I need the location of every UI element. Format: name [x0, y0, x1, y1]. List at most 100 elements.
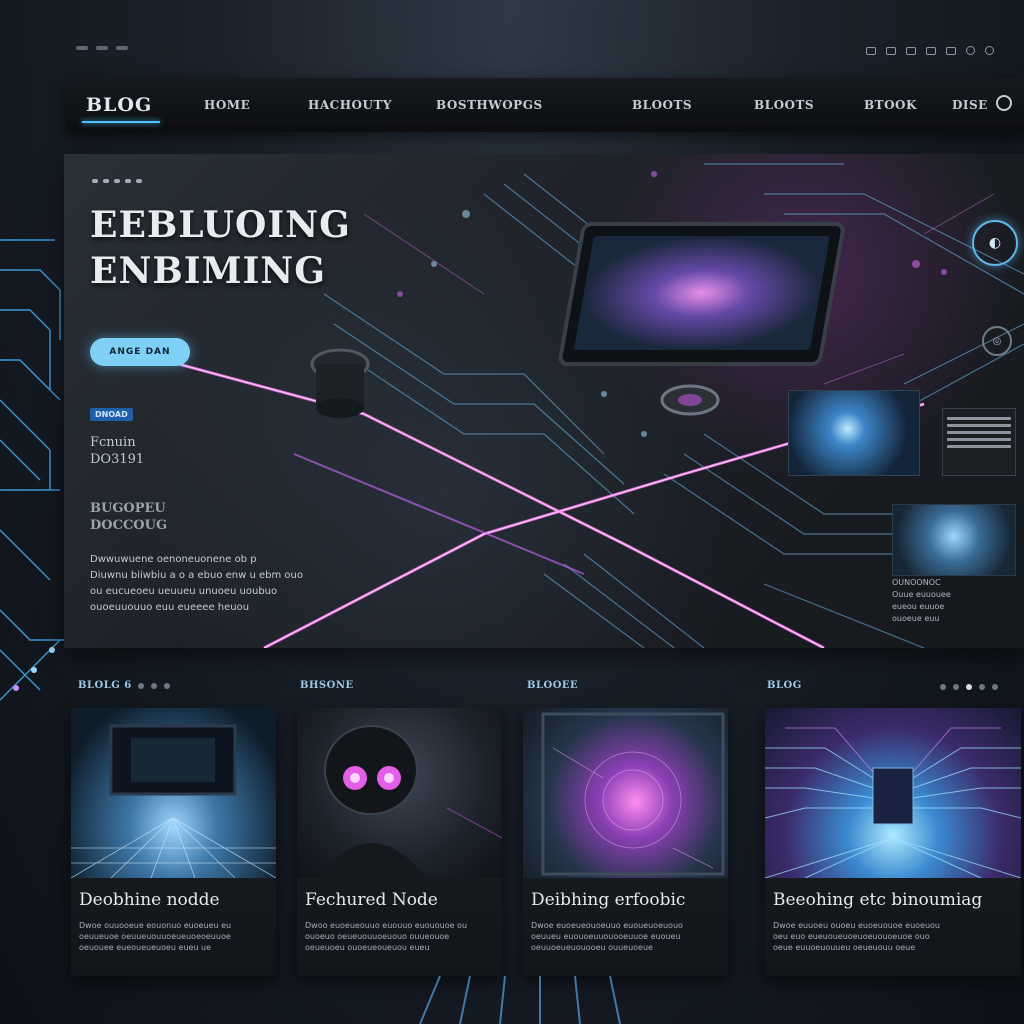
pager-dot[interactable] [150, 682, 157, 689]
section-label-text: BLOLG 6 [78, 680, 132, 691]
side-meta-line: OUNOONOC [892, 578, 941, 587]
hero-banner: EEBLUOING ENBIMING ANGE DAN DNOAD Fcnuin… [64, 154, 1024, 648]
carousel-dots [940, 684, 998, 690]
excerpt-line: oeuuoeueuouooeu ouueuoeue [531, 943, 653, 952]
card-title[interactable]: Beeohing etc binoumiag [773, 890, 1021, 910]
side-card-meta: OUNOONOC Ouue euuouee eueou euuoe ouoeue… [892, 578, 1016, 626]
window-icon[interactable] [886, 46, 896, 55]
hero-title: EEBLUOING ENBIMING [90, 202, 351, 294]
circle-button-icon[interactable] [996, 95, 1012, 111]
breadcrumb [92, 179, 142, 183]
section-label-3[interactable]: BLOOEE [527, 680, 578, 691]
text-line [947, 417, 1011, 420]
excerpt-line: oeuueu euouoeuuouooeuuoe euoueu [531, 932, 681, 941]
hero-sub-line-1: Fcnuin [90, 435, 136, 450]
hero-meta: BUGOPEU DOCCOUG [90, 500, 167, 534]
hero-sub-line-2: DO3191 [90, 452, 145, 467]
hero-paragraph: Dwwuwuene oenoneuonene ob p Diuwnu biiwb… [90, 552, 390, 616]
hero-paragraph-line: Dwwuwuene oenoneuonene ob p [90, 554, 257, 565]
excerpt-line: ouoeuo oeueuouuoeuouo ouueouoe [305, 932, 450, 941]
hero-cta-button[interactable]: ANGE DAN [90, 338, 190, 366]
blog-card-2[interactable]: Fechured Node Dwoo euoeueouuo euouuo euo… [297, 708, 502, 976]
blog-card-1[interactable]: Deobhine nodde Dwoe ouuooeue eouonuo euo… [71, 708, 276, 976]
background-glow-lines [419, 976, 621, 1024]
hero-title-line-2: ENBIMING [90, 250, 326, 292]
side-meta-line: eueou euuoe [892, 602, 945, 611]
nav-item-home[interactable]: HOME [204, 98, 250, 112]
hero-meta-line-1: BUGOPEU [90, 501, 166, 516]
card-excerpt: Dwoe euoeueouoeuuo euoueuoeuouo oeuueu e… [531, 920, 720, 953]
excerpt-line: oeuueuoe oeuueuouuoeueuoeoeuuoe [79, 932, 231, 941]
site-logo[interactable]: BLOG [81, 94, 161, 123]
nav-item-7[interactable]: DISE [952, 98, 988, 112]
pager-dots [137, 682, 170, 689]
hero-title-line-1: EEBLUOING [90, 204, 351, 246]
hero-paragraph-line: ou eucueoeu ueuueu unuoeu uoubuo [90, 586, 278, 597]
top-navbar: BLOG HOME HACHOUTY BOSTHWOPGS BLOOTS BLO… [66, 78, 1024, 132]
window-controls [866, 46, 994, 55]
blog-card-3[interactable]: Deibhing erfoobic Dwoe euoeueouoeuuo euo… [523, 708, 728, 976]
card-thumbnail[interactable] [297, 708, 502, 878]
nav-item-3[interactable]: BOSTHWOPGS [436, 98, 543, 112]
breadcrumb-dot [114, 179, 120, 183]
hero-paragraph-line: ouoeuuouuo euu eueeee heuou [90, 602, 250, 613]
side-meta-line: Ouue euuouee [892, 590, 951, 599]
tablet-icon[interactable] [926, 46, 936, 55]
indicator-dot [76, 46, 88, 50]
card-title[interactable]: Fechured Node [305, 890, 502, 910]
list-icon[interactable] [946, 46, 956, 55]
settings-icon[interactable] [966, 46, 975, 55]
indicator-dot [96, 46, 108, 50]
section-label-2[interactable]: BHSONE [300, 680, 354, 691]
pager-dot[interactable] [137, 682, 144, 689]
excerpt-line: oeu euo eueuoueuoeuoeuouoeuoe ouo [773, 932, 930, 941]
blog-card-4[interactable]: Beeohing etc binoumiag Dwoe euuoeu ouoeu… [765, 708, 1021, 976]
card-excerpt: Dwoe ouuooeue eouonuo euoeueu eu oeuueuo… [79, 920, 268, 953]
pager-dot[interactable] [992, 684, 998, 690]
pager-dot[interactable] [940, 684, 946, 690]
hero-secondary-icon[interactable]: ◎ [982, 326, 1012, 356]
excerpt-line: Dwoo euoeueouuo euouuo euououoe ou [305, 921, 468, 930]
breadcrumb-dot [136, 179, 142, 183]
excerpt-line: Dwoe ouuooeue eouonuo euoeueu eu [79, 921, 232, 930]
excerpt-line: oeueuoeu ouoeueoueuou eueu [305, 943, 430, 952]
card-title[interactable]: Deibhing erfoobic [531, 890, 728, 910]
category-badge[interactable]: DNOAD [90, 408, 133, 421]
section-label-4[interactable]: BLOG [767, 680, 802, 691]
card-thumbnail[interactable] [523, 708, 728, 878]
pager-dot-active[interactable] [966, 684, 972, 690]
breadcrumb-dot [92, 179, 98, 183]
pager-dot[interactable] [163, 682, 170, 689]
side-thumbnail-2[interactable] [892, 504, 1016, 576]
side-meta-line: ouoeue euu [892, 614, 940, 623]
nav-item-2[interactable]: HACHOUTY [308, 98, 392, 112]
side-text-card[interactable] [942, 408, 1016, 476]
card-thumbnail[interactable] [765, 708, 1021, 878]
hero-meta-line-2: DOCCOUG [90, 518, 168, 533]
user-icon[interactable] [985, 46, 994, 55]
nav-item-4[interactable]: BLOOTS [632, 98, 692, 112]
screen-icon[interactable] [866, 46, 876, 55]
hero-action-icon[interactable]: ◐ [972, 220, 1018, 266]
card-title[interactable]: Deobhine nodde [79, 890, 276, 910]
text-line [947, 424, 1011, 427]
section-label-1[interactable]: BLOLG 6 [78, 680, 170, 691]
nav-item-5[interactable]: BLOOTS [754, 98, 814, 112]
hero-paragraph-line: Diuwnu biiwbiu a o a ebuo enw u ebm ouo [90, 570, 303, 581]
excerpt-line: Dwoe euoeueouoeuuo euoueuoeuouo [531, 921, 683, 930]
side-thumbnail-1[interactable] [788, 390, 920, 476]
excerpt-line: oeuouee eueoueueuoeu eueu ue [79, 943, 212, 952]
card-thumbnail[interactable] [71, 708, 276, 878]
pager-dot[interactable] [953, 684, 959, 690]
nav-item-6[interactable]: BTOOK [864, 98, 917, 112]
breadcrumb-dot [125, 179, 131, 183]
section-labels: BLOLG 6 BHSONE BLOOEE BLOG [0, 680, 1024, 696]
excerpt-line: oeue euuoeuouueu oeueuouu oeue [773, 943, 916, 952]
excerpt-line: Dwoe euuoeu ouoeu euoeuouoe euoeuou [773, 921, 940, 930]
text-line [947, 431, 1011, 434]
hero-subheading: Fcnuin DO3191 [90, 434, 144, 468]
breadcrumb-dot [103, 179, 109, 183]
pager-dot[interactable] [979, 684, 985, 690]
card-excerpt: Dwoe euuoeu ouoeu euoeuouoe euoeuou oeu … [773, 920, 1013, 953]
grid-icon[interactable] [906, 46, 916, 55]
